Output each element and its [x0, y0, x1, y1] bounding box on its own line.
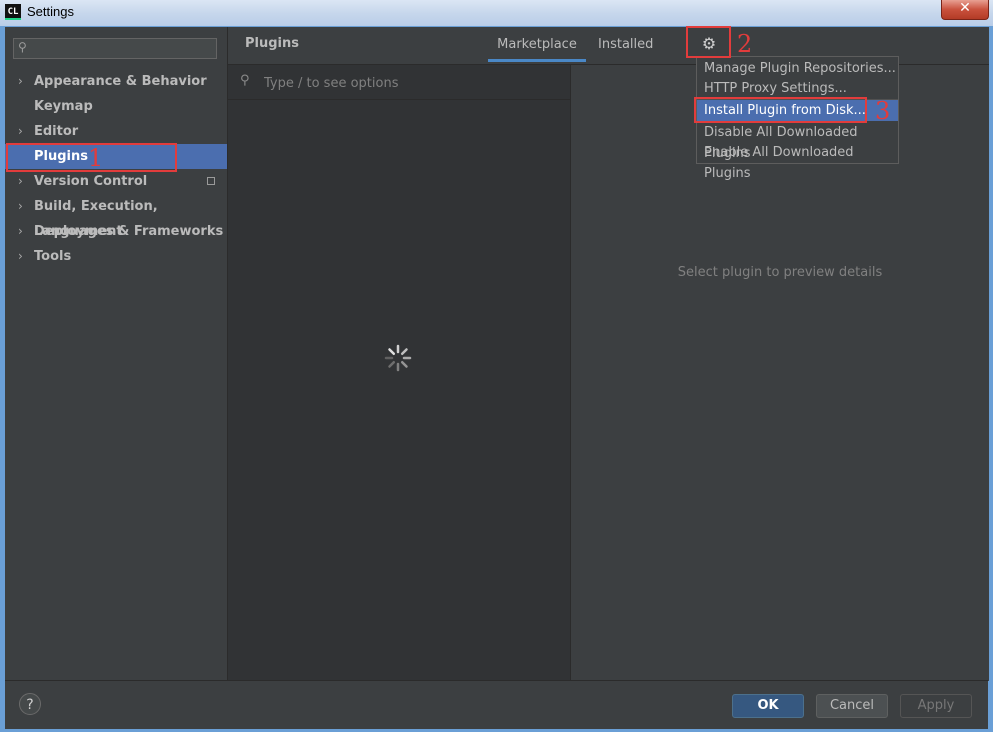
cancel-button[interactable]: Cancel [816, 694, 888, 718]
menu-item-enable-all-downloaded[interactable]: Enable All Downloaded Plugins [697, 142, 898, 181]
project-settings-icon [207, 177, 215, 185]
sidebar-item-languages-frameworks[interactable]: › Languages & Frameworks [5, 219, 227, 244]
sidebar-item-version-control[interactable]: › Version Control [5, 169, 227, 194]
window-titlebar: CL Settings ✕ [0, 0, 993, 27]
annotation-step-3: 3 [875, 97, 891, 125]
tab-installed[interactable]: Installed [598, 29, 653, 62]
tab-marketplace[interactable]: Marketplace [488, 29, 586, 62]
apply-button[interactable]: Apply [900, 694, 972, 718]
sidebar-item-label: Keymap [34, 99, 93, 114]
settings-sidebar: ⚲ › Appearance & Behavior Keymap › Edito… [5, 27, 227, 680]
annotation-step-2: 2 [737, 30, 753, 58]
dialog-footer: ? OK Cancel Apply [5, 680, 988, 729]
sidebar-item-label: Version Control [34, 174, 148, 189]
loading-spinner-icon [384, 344, 412, 372]
sidebar-item-tools[interactable]: › Tools [5, 244, 227, 269]
menu-item-disable-all-downloaded[interactable]: Disable All Downloaded Plugins [697, 122, 898, 161]
chevron-right-icon: › [18, 74, 23, 88]
sidebar-item-label: Appearance & Behavior [34, 74, 207, 89]
ok-button[interactable]: OK [732, 694, 804, 718]
chevron-right-icon: › [18, 224, 23, 238]
menu-item-manage-repositories[interactable]: Manage Plugin Repositories... [697, 58, 898, 79]
help-button[interactable]: ? [19, 693, 41, 715]
plugin-list-pane: ⚲ [228, 64, 571, 681]
annotation-box-install-from-disk [694, 97, 867, 123]
app-icon: CL [5, 4, 21, 20]
sidebar-item-editor[interactable]: › Editor [5, 119, 227, 144]
chevron-right-icon: › [18, 124, 23, 138]
window-close-button[interactable]: ✕ [941, 0, 989, 20]
plugin-search-input[interactable] [262, 71, 556, 95]
search-icon: ⚲ [240, 73, 250, 88]
annotation-box-gear [686, 26, 731, 58]
sidebar-item-label: Tools [34, 249, 72, 264]
page-title: Plugins [245, 36, 299, 51]
sidebar-item-appearance-behavior[interactable]: › Appearance & Behavior [5, 69, 227, 94]
sidebar-item-build-execution-deployment[interactable]: › Build, Execution, Deployment [5, 194, 227, 239]
chevron-right-icon: › [18, 249, 23, 263]
sidebar-item-label: Languages & Frameworks [34, 224, 224, 239]
sidebar-search-input[interactable]: ⚲ [13, 38, 217, 59]
sidebar-item-label: Editor [34, 124, 79, 139]
plugin-search-bar: ⚲ [228, 65, 570, 100]
window-title: Settings [27, 4, 74, 19]
annotation-step-1: 1 [88, 144, 104, 172]
chevron-right-icon: › [18, 174, 23, 188]
preview-placeholder-text: Select plugin to preview details [677, 265, 883, 280]
menu-item-http-proxy-settings[interactable]: HTTP Proxy Settings... [697, 78, 898, 99]
chevron-right-icon: › [18, 199, 23, 213]
search-icon: ⚲ [18, 40, 27, 54]
sidebar-item-keymap[interactable]: Keymap [5, 94, 227, 119]
